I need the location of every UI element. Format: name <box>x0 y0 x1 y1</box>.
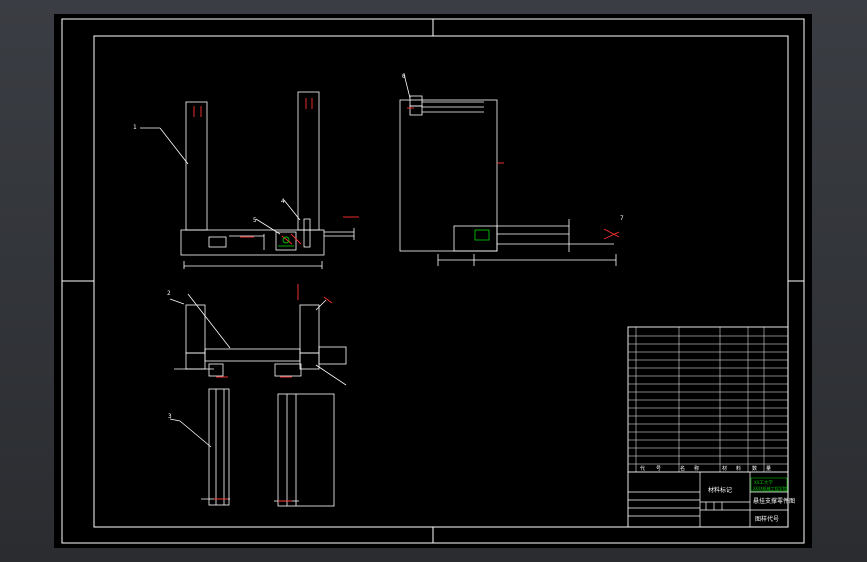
cad-viewport: 1 2 3 4 5 6 7 代 号 名 称 材 料 数 量 XX工大学 XXXX… <box>0 0 867 562</box>
parts-list-header: 代 号 名 称 材 料 数 量 <box>640 465 771 472</box>
header-label-7: 数 <box>752 465 757 472</box>
balloon-7: 7 <box>620 215 624 222</box>
drawing-name: 悬挂支撑零件图 <box>753 497 795 505</box>
lower-view <box>169 293 347 507</box>
balloon-3: 3 <box>168 413 172 420</box>
drawing-code: 图样代号 <box>755 515 779 523</box>
school-org-line: XXXX机械工程学院 <box>753 485 787 491</box>
balloon-6: 6 <box>402 73 406 80</box>
balloon-1: 1 <box>133 124 137 131</box>
header-label-1: 代 <box>640 465 645 472</box>
side-view <box>399 73 617 266</box>
header-label-4: 称 <box>694 465 699 472</box>
drawing-sheet[interactable]: 1 2 3 4 5 6 7 代 号 名 称 材 料 数 量 XX工大学 XXXX… <box>54 14 812 548</box>
header-label-2: 号 <box>656 466 661 472</box>
balloon-4: 4 <box>281 198 285 205</box>
sheet-outer-border <box>61 18 805 544</box>
material-label: 材料标记 <box>708 486 732 494</box>
drawing-svg: 1 2 3 4 5 6 7 代 号 名 称 材 料 数 量 XX工大学 XXXX… <box>61 18 805 544</box>
side-view-centerlines <box>407 107 620 240</box>
header-label-6: 料 <box>736 465 741 472</box>
header-label-8: 量 <box>766 465 771 472</box>
front-view-centerlines <box>193 98 359 245</box>
header-label-3: 名 <box>680 465 685 472</box>
sheet-inner-frame <box>93 35 789 528</box>
title-block: 代 号 名 称 材 料 数 量 XX工大学 XXXX机械工程学院 材料标记 悬挂… <box>627 326 795 528</box>
header-label-5: 材 <box>722 465 727 472</box>
side-view-green-details <box>474 229 490 241</box>
parts-list-rows <box>628 327 788 473</box>
front-view <box>140 91 355 269</box>
front-view-green-details <box>278 236 294 247</box>
balloon-2: 2 <box>167 290 171 297</box>
school-name: XX工大学 <box>754 479 773 486</box>
balloon-5: 5 <box>253 217 257 224</box>
lower-view-centerlines <box>214 284 333 502</box>
